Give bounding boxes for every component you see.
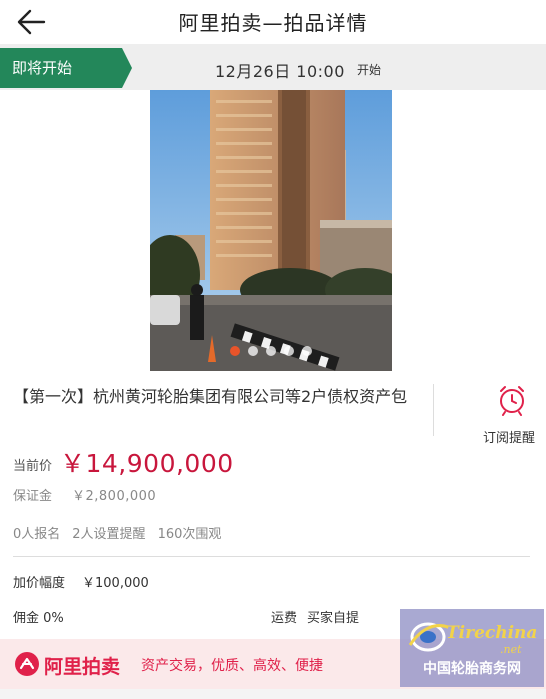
carousel-dot[interactable] bbox=[284, 346, 294, 356]
bid-increment-label: 加价幅度 bbox=[13, 576, 66, 591]
start-time: 12月26日 10:00 bbox=[215, 62, 345, 81]
shipping-label: 运费 bbox=[271, 611, 298, 626]
view-count: 160次围观 bbox=[157, 527, 222, 542]
banner-tagline: 资产交易，优质、高效、便捷 bbox=[141, 658, 323, 674]
item-title: 【第一次】杭州黄河轮胎集团有限公司等2户债权资产包 bbox=[13, 387, 408, 406]
banner-brand: 阿里拍卖 bbox=[44, 656, 121, 678]
carousel-dot[interactable] bbox=[302, 346, 312, 356]
reminder-count: 2人设置提醒 bbox=[72, 527, 146, 542]
ali-auction-logo-icon bbox=[15, 652, 39, 676]
status-badge: 即将开始 bbox=[0, 48, 132, 88]
current-price-label: 当前价 bbox=[13, 459, 53, 474]
page-title: 阿里拍卖—拍品详情 bbox=[178, 11, 368, 35]
watermark-net: .net bbox=[500, 643, 522, 656]
carousel-dot[interactable] bbox=[230, 346, 240, 356]
bid-increment-value: ￥100,000 bbox=[82, 576, 149, 591]
tire-logo-icon bbox=[408, 622, 449, 652]
deposit-label: 保证金 bbox=[13, 489, 53, 504]
shipping-value: 买家自提 bbox=[307, 611, 360, 626]
top-bar: 阿里拍卖—拍品详情 bbox=[0, 0, 546, 44]
auction-status-bar: 即将开始 12月26日 10:00 开始 bbox=[0, 44, 546, 90]
current-price: ￥14,900,000 bbox=[60, 449, 234, 478]
subscribe-label: 订阅提醒 bbox=[482, 431, 535, 446]
bottom-strip bbox=[0, 689, 546, 699]
carousel-dot[interactable] bbox=[266, 346, 276, 356]
watermark-brand: Tirechina bbox=[446, 623, 538, 643]
divider bbox=[13, 556, 530, 557]
divider bbox=[433, 384, 434, 436]
signup-count: 0人报名 bbox=[13, 527, 61, 542]
commission: 佣金 0% bbox=[13, 611, 64, 626]
carousel-dot[interactable] bbox=[248, 346, 258, 356]
alarm-clock-icon bbox=[500, 386, 524, 416]
subscribe-reminder-button[interactable]: 订阅提醒 bbox=[474, 384, 544, 446]
deposit-value: ￥2,800,000 bbox=[72, 489, 157, 504]
carousel-dots bbox=[230, 345, 312, 357]
watermark-site-name: 中国轮胎商务网 bbox=[423, 661, 521, 677]
item-photo[interactable] bbox=[150, 90, 392, 371]
start-time-suffix: 开始 bbox=[357, 63, 382, 77]
auction-stats: 0人报名 2人设置提醒 160次围观 bbox=[13, 523, 221, 542]
watermark: Tirechina .net 中国轮胎商务网 bbox=[400, 609, 544, 687]
